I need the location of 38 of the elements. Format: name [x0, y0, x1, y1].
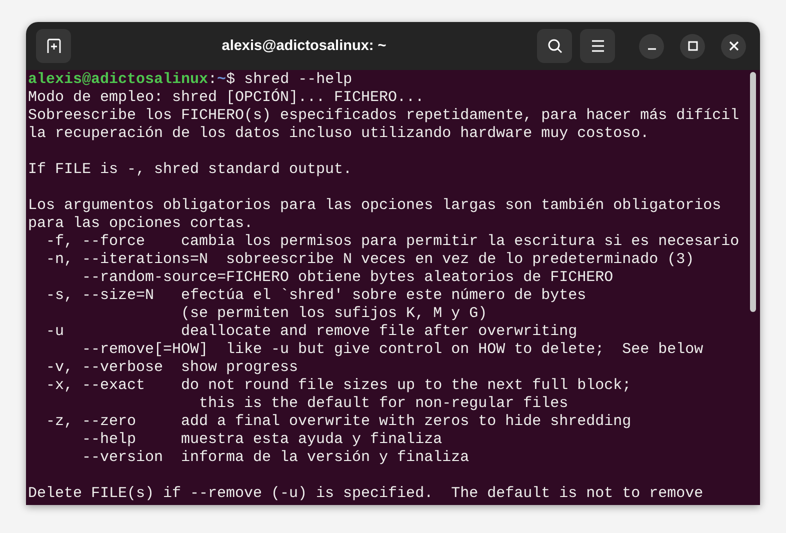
menu-button[interactable]: [580, 29, 615, 63]
output-line: this is the default for non-regular files: [198, 395, 568, 413]
output-line: -s, --size=N efectúa el `shred' sobre este número de bytes: [45, 287, 586, 305]
output-line: -n, --iterations=N sobreescribe N veces en vez de lo predeterminado (3): [45, 251, 694, 269]
output-line: If FILE is -, shred standard output.: [28, 161, 352, 179]
minimize-button[interactable]: [639, 34, 664, 58]
output-line: -u deallocate and remove file after overwriting: [45, 323, 578, 341]
output-line: para las opciones cortas.: [28, 215, 254, 233]
minimize-icon: [648, 48, 656, 50]
menu-icon: [590, 40, 604, 52]
output-line: la recuperación de los datos incluso utilizando hardware muy costoso.: [28, 125, 650, 143]
new-tab-icon: [46, 38, 62, 54]
prompt-user-host: alexis@adictosalinux: [28, 71, 208, 89]
prompt-separator: :: [208, 71, 218, 89]
command-text: $ shred --help: [226, 71, 352, 88]
maximize-button[interactable]: [680, 34, 705, 58]
output-line: -x, --exact do not round file sizes up to the next full block;: [45, 377, 632, 395]
output-line: --random-source=FICHERO obtiene bytes aleatorios de FICHERO: [81, 269, 614, 287]
close-icon: [728, 41, 738, 51]
new-tab-button[interactable]: [36, 29, 71, 63]
search-icon: [546, 38, 562, 54]
output-line: Modo de empleo: shred [OPCIÓN]... FICHERO...: [28, 89, 424, 107]
maximize-icon: [688, 41, 698, 51]
output-line: --help muestra esta ayuda y finaliza: [81, 431, 442, 449]
output-line: Sobreescribe los FICHERO(s) especificados repetidamente, para hacer más difícil: [28, 107, 740, 125]
window-title: alexis@adictosalinux: ~: [222, 38, 386, 54]
output-line: Los argumentos obligatorios para las opciones largas son también obligatorios: [28, 197, 722, 215]
output-line: -f, --force cambia los permisos para permitir la escritura si es necesario: [45, 233, 740, 251]
output-line: --version informa de la versión y finaliza: [81, 449, 470, 467]
output-line: --remove[=HOW] like -u but give control on HOW to delete; See below: [81, 341, 704, 359]
close-button[interactable]: [721, 34, 746, 58]
prompt-path: ~: [217, 71, 226, 89]
output-line: -z, --zero add a final overwrite with zeros to hide shredding: [45, 413, 632, 431]
output-line: Delete FILE(s) if --remove (-u) is specified. The default is not to remove: [28, 485, 704, 503]
search-button[interactable]: [537, 29, 572, 63]
output-line: (se permiten los sufijos K, M y G): [180, 305, 488, 323]
output-line: -v, --verbose show progress: [45, 359, 298, 377]
scrollbar-thumb[interactable]: [750, 72, 756, 312]
